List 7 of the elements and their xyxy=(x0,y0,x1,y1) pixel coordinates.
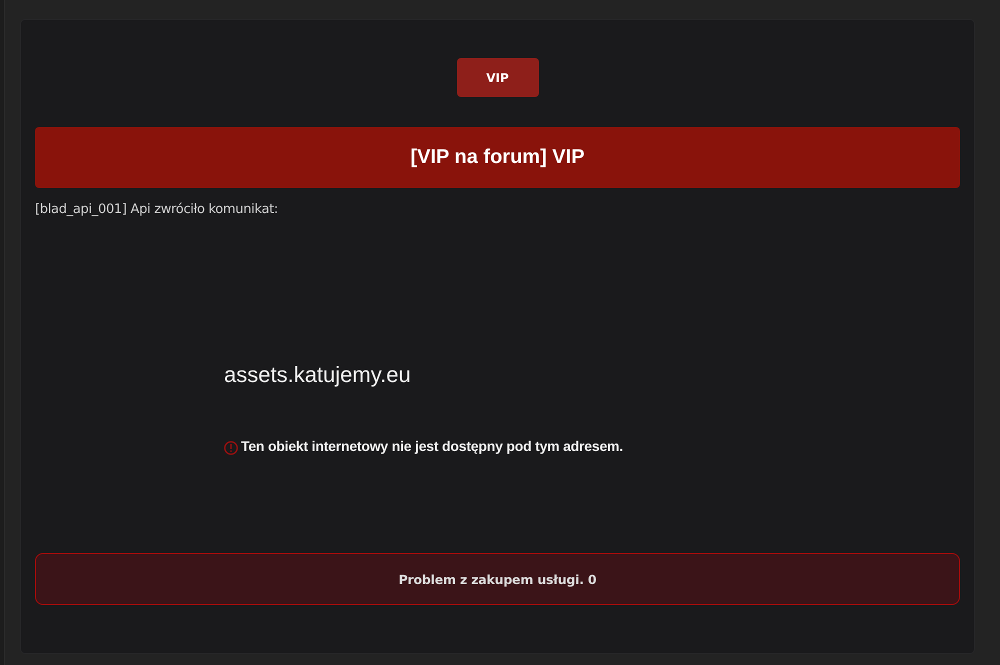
title-banner: [VIP na forum] VIP xyxy=(35,127,960,188)
warning-icon xyxy=(224,441,238,455)
alert-box: Problem z zakupem usługi. 0 xyxy=(35,553,960,605)
error-text: [blad_api_001] Api zwróciło komunikat: xyxy=(35,202,278,218)
host-heading: assets.katujemy.eu xyxy=(224,362,411,388)
warning-text: Ten obiekt internetowy nie jest dostępny pod tym adresem. xyxy=(241,437,623,455)
vip-button[interactable]: VIP xyxy=(456,58,538,97)
